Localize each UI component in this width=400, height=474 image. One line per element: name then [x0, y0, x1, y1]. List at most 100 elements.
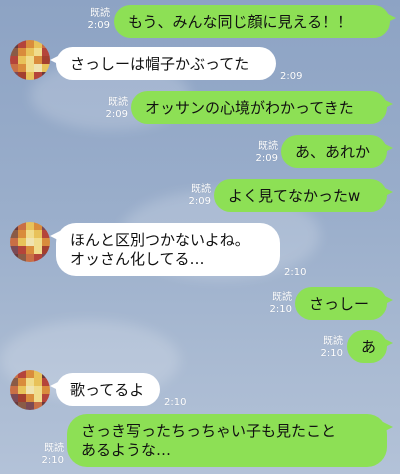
avatar-pixel: [10, 402, 18, 410]
message-meta: 既読 2:09: [98, 97, 128, 121]
avatar-pixel: [26, 64, 34, 72]
avatar-pixel: [34, 254, 42, 262]
avatar-pixel: [42, 386, 50, 394]
message-time: 2:10: [320, 348, 343, 359]
message-bubble[interactable]: さっき写ったちっちゃい子も見たこと あるような…: [67, 414, 393, 467]
read-receipt: 既読: [90, 8, 110, 19]
message-time: 2:10: [269, 304, 292, 315]
message-meta: 既読 2:10: [262, 292, 292, 316]
avatar-pixel: [18, 238, 26, 246]
avatar-pixel: [10, 56, 18, 64]
avatar-pixel: [26, 378, 34, 386]
avatar-pixel: [10, 230, 18, 238]
avatar-pixel: [34, 246, 42, 254]
avatar-pixel: [26, 246, 34, 254]
avatar-pixel: [18, 394, 26, 402]
avatar-pixel: [26, 72, 34, 80]
avatar-pixel: [26, 386, 34, 394]
message-text: さっしーは帽子かぶってた: [70, 55, 250, 73]
chat-area[interactable]: 既読 2:09 もう、みんな同じ顔に見える！！ さっしーは帽子かぶってた 2:0…: [0, 0, 400, 474]
avatar-pixel: [10, 254, 18, 262]
avatar-pixel: [34, 402, 42, 410]
message-bubble[interactable]: さっしーは帽子かぶってた: [50, 47, 276, 80]
message-bubble[interactable]: よく見てなかったw: [214, 179, 393, 212]
avatar-pixel: [10, 246, 18, 254]
avatar-pixel: [10, 40, 18, 48]
avatar-pixel: [18, 230, 26, 238]
avatar-pixel: [10, 72, 18, 80]
message-time: 2:10: [41, 455, 64, 466]
avatar-pixel: [26, 48, 34, 56]
message-bubble[interactable]: あ: [347, 330, 393, 363]
message-time: 2:09: [255, 153, 278, 164]
message-time: 2:09: [87, 20, 110, 31]
message-bubble[interactable]: オッサンの心境がわかってきた: [131, 91, 393, 124]
contact-avatar[interactable]: [10, 40, 50, 80]
avatar-pixel: [34, 64, 42, 72]
message-time: 2:09: [105, 109, 128, 120]
avatar-pixel: [18, 402, 26, 410]
avatar-pixel: [34, 394, 42, 402]
avatar-pixel: [26, 370, 34, 378]
contact-avatar[interactable]: [10, 370, 50, 410]
avatar-pixel: [18, 48, 26, 56]
message-time: 2:09: [280, 71, 303, 82]
message-meta: 既読 2:10: [34, 443, 64, 467]
avatar-pixel: [18, 222, 26, 230]
message-meta: 2:10: [164, 397, 186, 409]
avatar-pixel: [34, 40, 42, 48]
avatar-pixel: [26, 254, 34, 262]
avatar-pixel: [18, 40, 26, 48]
avatar-pixel: [34, 48, 42, 56]
message-text: さっき写ったちっちゃい子も見たこと: [81, 422, 337, 440]
avatar-pixel: [34, 378, 42, 386]
avatar-pixel: [18, 378, 26, 386]
read-receipt: 既読: [323, 336, 343, 347]
avatar-pixel: [10, 64, 18, 72]
read-receipt: 既読: [191, 184, 211, 195]
message-bubble[interactable]: さっしー: [295, 287, 393, 320]
avatar-pixel: [42, 246, 50, 254]
avatar-pixel: [42, 230, 50, 238]
avatar-pixel: [34, 56, 42, 64]
avatar-pixel: [42, 64, 50, 72]
message-bubble[interactable]: あ、あれか: [281, 135, 393, 168]
avatar-pixel: [42, 222, 50, 230]
message-bubble[interactable]: 歌ってるよ: [50, 373, 160, 406]
avatar-pixel: [10, 394, 18, 402]
message-time: 2:09: [188, 196, 211, 207]
message-text: さっしー: [309, 295, 370, 313]
message-text: もう、みんな同じ顔に見える！！: [128, 13, 353, 31]
avatar-pixel: [18, 64, 26, 72]
avatar-pixel: [26, 394, 34, 402]
avatar-pixel: [42, 40, 50, 48]
message-meta: 2:10: [284, 267, 306, 279]
message-meta: 2:09: [280, 71, 302, 83]
contact-avatar[interactable]: [10, 222, 50, 262]
avatar-pixel: [10, 386, 18, 394]
avatar-pixel: [18, 386, 26, 394]
avatar-pixel: [34, 238, 42, 246]
avatar-pixel: [34, 222, 42, 230]
message-bubble[interactable]: ほんと区別つかないよね。 オッさん化してる…: [50, 223, 280, 276]
avatar-pixel: [42, 238, 50, 246]
avatar-pixel: [42, 394, 50, 402]
message-text: あるような…: [81, 441, 172, 459]
message-time: 2:10: [164, 397, 187, 408]
message-time: 2:10: [284, 267, 307, 278]
avatar-pixel: [42, 48, 50, 56]
message-meta: 既読 2:10: [313, 336, 343, 360]
read-receipt: 既読: [108, 97, 128, 108]
avatar-pixel: [18, 246, 26, 254]
message-text: オッサンの心境がわかってきた: [145, 99, 354, 117]
message-bubble[interactable]: もう、みんな同じ顔に見える！！: [114, 5, 396, 38]
message-text: 歌ってるよ: [70, 381, 145, 399]
avatar-pixel: [34, 386, 42, 394]
avatar-pixel: [26, 402, 34, 410]
read-receipt: 既読: [44, 443, 64, 454]
avatar-pixel: [10, 238, 18, 246]
avatar-pixel: [42, 402, 50, 410]
avatar-pixel: [10, 48, 18, 56]
avatar-pixel: [26, 56, 34, 64]
avatar-pixel: [34, 230, 42, 238]
